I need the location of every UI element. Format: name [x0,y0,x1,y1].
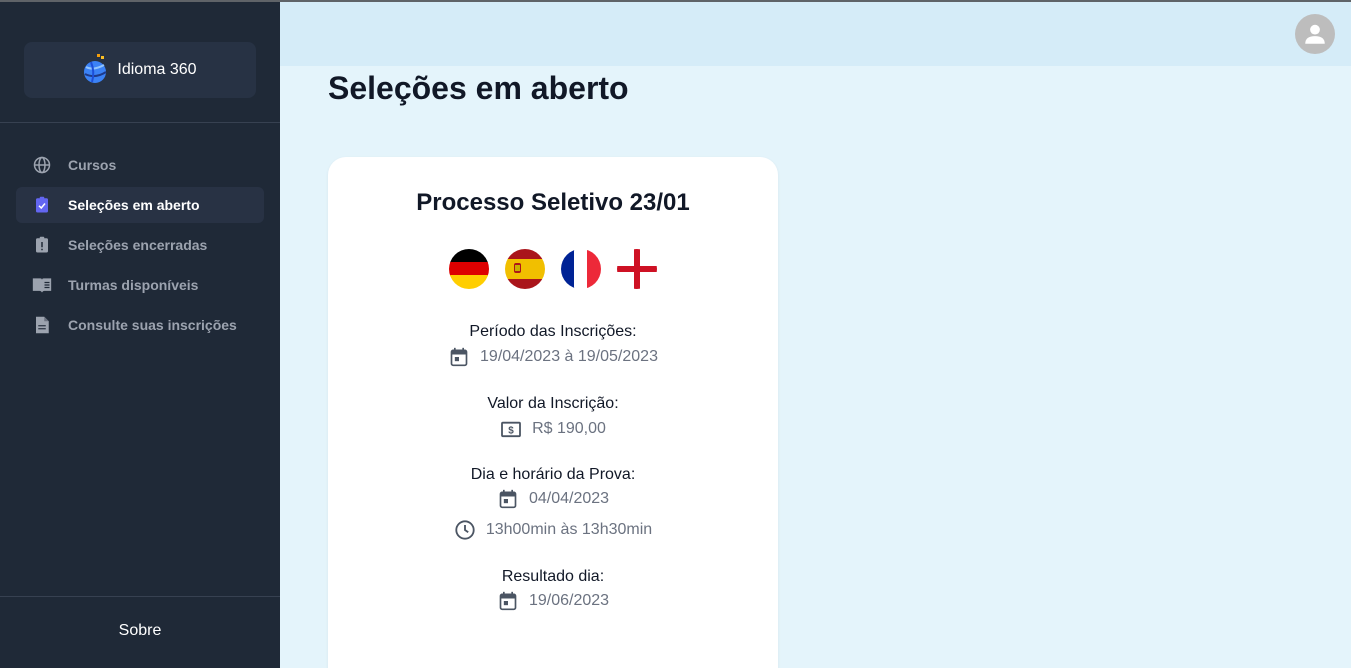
result-label: Resultado dia: [501,568,605,585]
registration-period-label: Período das Inscrições: [469,323,637,340]
fee-value: R$ 190,00 [532,420,606,437]
sidebar-item-label: Turmas disponíveis [68,277,199,293]
england-flag-icon [617,249,657,289]
document-icon [32,315,52,335]
exam-date-value: 04/04/2023 [528,490,610,507]
sidebar-footer-divider [0,596,280,597]
money-icon: $ [500,418,522,440]
sidebar-item-label: Consulte suas inscrições [68,317,237,333]
page-title: Seleções em aberto [328,70,629,106]
sidebar-divider [0,122,280,123]
svg-text:$: $ [508,426,514,437]
selection-card[interactable]: Processo Seletivo 23/01 Período das Insc… [328,157,778,668]
exam-date-row: 04/04/2023 [328,488,778,510]
clipboard-alert-icon [32,235,52,255]
result-date-row: 19/06/2023 [328,590,778,612]
sidebar: Idioma 360 Cursos Seleções em aberto Sel… [0,2,280,668]
sidebar-item-selecoes-em-aberto[interactable]: Seleções em aberto [16,187,264,223]
sidebar-item-selecoes-encerradas[interactable]: Seleções encerradas [16,227,264,263]
exam-time-value: 13h00min às 13h30min [485,521,653,538]
book-open-icon [32,275,52,295]
window-top-border [0,0,1351,2]
about-link[interactable]: Sobre [0,622,280,640]
result-date-value: 19/06/2023 [528,592,610,609]
registration-period-row: 19/04/2023 à 19/05/2023 [328,346,778,368]
sidebar-item-label: Seleções em aberto [68,197,200,213]
clock-icon [454,519,476,541]
germany-flag-icon [449,249,489,289]
calendar-icon [497,590,519,612]
sidebar-item-cursos[interactable]: Cursos [16,147,264,183]
brand-name: Idioma 360 [117,61,197,78]
fee-row: $ R$ 190,00 [328,418,778,440]
sidebar-item-consulte-inscricoes[interactable]: Consulte suas inscrições [16,307,264,343]
card-title: Processo Seletivo 23/01 [416,189,690,216]
globe-icon [32,155,52,175]
globe-logo-icon [83,52,109,89]
clipboard-check-icon [32,195,52,215]
exam-label: Dia e horário da Prova: [470,466,636,483]
sidebar-nav: Cursos Seleções em aberto Seleções encer… [16,147,264,347]
sidebar-item-label: Seleções encerradas [68,237,208,253]
calendar-icon [448,346,470,368]
user-avatar-icon[interactable] [1295,14,1335,54]
calendar-icon [497,488,519,510]
fee-label: Valor da Inscrição: [487,395,619,412]
top-header [280,2,1351,66]
sidebar-item-turmas-disponiveis[interactable]: Turmas disponíveis [16,267,264,303]
france-flag-icon [561,249,601,289]
spain-flag-icon [505,249,545,289]
brand-logo-box[interactable]: Idioma 360 [24,42,256,98]
registration-period-value: 19/04/2023 à 19/05/2023 [480,348,658,365]
language-flags [448,249,658,291]
sidebar-item-label: Cursos [68,157,117,173]
exam-time-row: 13h00min às 13h30min [328,519,778,541]
